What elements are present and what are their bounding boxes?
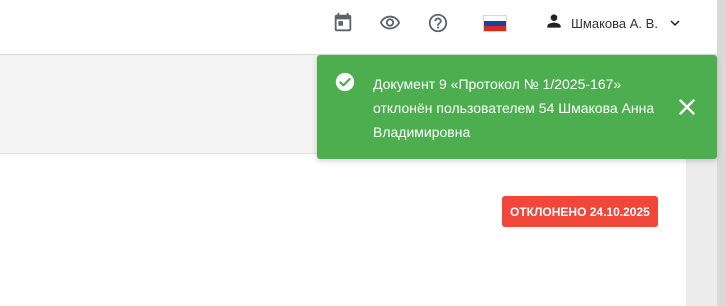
toast-message: Документ 9 «Протокол № 1/2025-167» откло… xyxy=(373,76,655,140)
russian-flag-icon[interactable] xyxy=(483,15,507,32)
status-badge: ОТКЛОНЕНО 24.10.2025 xyxy=(502,196,658,227)
document-content xyxy=(0,155,686,306)
scrollbar[interactable] xyxy=(717,0,726,306)
user-name: Шмакова А. В. xyxy=(571,15,658,31)
person-icon xyxy=(544,11,564,36)
calendar-icon[interactable] xyxy=(332,12,354,34)
top-header: Шмакова А. В. xyxy=(0,0,726,55)
chevron-down-icon[interactable] xyxy=(666,14,684,32)
eye-icon[interactable] xyxy=(379,12,401,34)
check-circle-icon xyxy=(335,72,355,92)
help-icon[interactable] xyxy=(427,12,449,34)
user-menu[interactable]: Шмакова А. В. xyxy=(544,12,684,34)
notification-toast: Документ 9 «Протокол № 1/2025-167» откло… xyxy=(317,55,717,159)
close-icon[interactable] xyxy=(678,98,696,116)
